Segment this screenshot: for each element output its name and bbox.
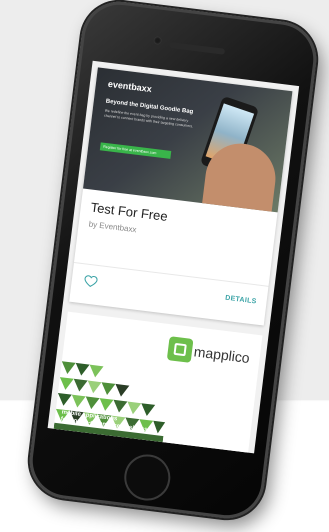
hero-logo: eventbaxx [107,78,153,95]
mapplico-logo-icon [166,336,194,363]
card-subtitle: by Eventbaxx [88,219,137,235]
heart-outline-icon[interactable] [83,273,99,289]
triangle-pattern [52,361,166,454]
mapplico-wordmark: mapplico [193,343,251,367]
details-link[interactable]: DETAILS [225,295,257,306]
card-divider [73,261,269,287]
event-hero-image: eventbaxx Beyond the Digital Goodie Bag … [83,67,293,213]
earpiece-speaker [168,41,226,55]
event-card[interactable]: eventbaxx Beyond the Digital Goodie Bag … [69,67,293,326]
front-camera [153,36,163,45]
mapplico-card[interactable]: mapplico mobile applications for your e-… [52,311,263,454]
phone-screen: eventbaxx Beyond the Digital Goodie Bag … [47,60,300,454]
home-button[interactable] [121,451,173,504]
hero-cta: Register for free at eventbaxx.com [99,142,172,159]
